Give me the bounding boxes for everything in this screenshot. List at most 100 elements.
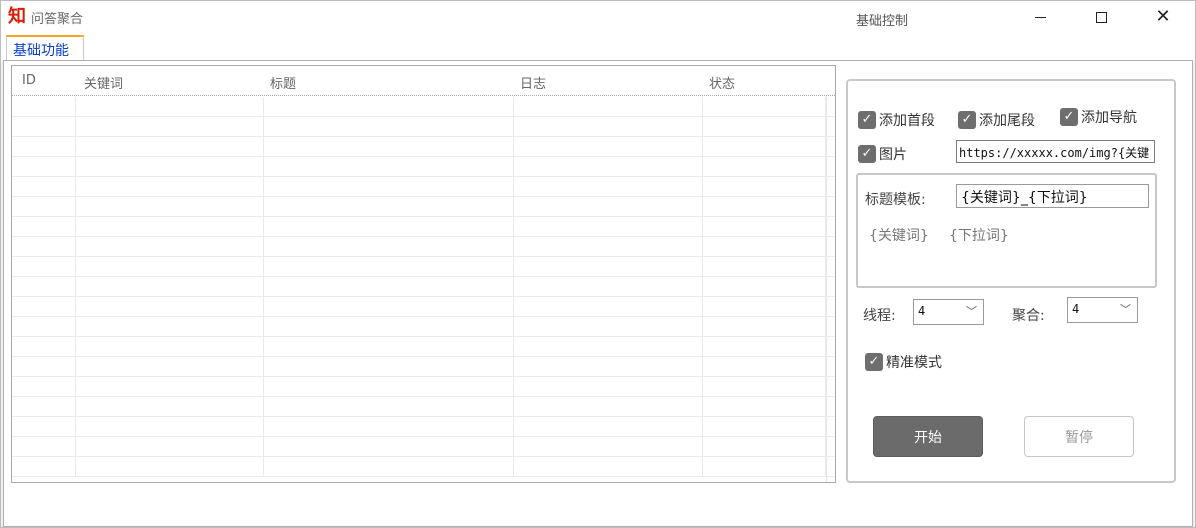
table-row[interactable] — [12, 237, 835, 257]
table-cell — [514, 417, 703, 437]
table-cell — [76, 257, 264, 277]
table-row[interactable] — [12, 137, 835, 157]
table-cell — [12, 457, 76, 477]
table-row[interactable] — [12, 417, 835, 437]
checkmark-icon: ✓ — [858, 111, 876, 129]
table-cell — [514, 457, 703, 477]
table-row[interactable] — [12, 297, 835, 317]
table-cell — [264, 137, 514, 157]
table-cell — [514, 177, 703, 197]
checkmark-icon: ✓ — [958, 111, 976, 129]
table-cell — [703, 237, 826, 257]
column-header-keyword[interactable]: 关键词 — [84, 73, 123, 92]
table-row[interactable] — [12, 437, 835, 457]
table-cell — [514, 237, 703, 257]
group-title: 基础控制 — [853, 10, 912, 29]
table-cell — [76, 417, 264, 437]
table-cell — [12, 137, 76, 157]
table-row[interactable] — [12, 317, 835, 337]
table-cell — [514, 317, 703, 337]
table-cell — [12, 397, 76, 417]
title-template-input[interactable]: {关键词}_{下拉词} — [956, 184, 1149, 208]
table-cell — [76, 197, 264, 217]
maximize-button[interactable] — [1078, 1, 1124, 33]
table-row[interactable] — [12, 197, 835, 217]
keyword-tag[interactable]: {关键词} — [869, 225, 929, 245]
table-cell — [514, 117, 703, 137]
table-cell — [264, 237, 514, 257]
threads-value: 4 — [918, 304, 926, 318]
close-button[interactable]: ✕ — [1140, 1, 1186, 33]
table-cell — [514, 277, 703, 297]
start-button[interactable]: 开始 — [873, 416, 983, 457]
checkmark-icon: ✓ — [865, 353, 883, 371]
table-cell — [703, 297, 826, 317]
minimize-button[interactable] — [1017, 1, 1063, 33]
aggregate-value: 4 — [1072, 302, 1080, 316]
table-cell — [12, 197, 76, 217]
table-row[interactable] — [12, 397, 835, 417]
table-cell — [264, 97, 514, 117]
table-row[interactable] — [12, 257, 835, 277]
table-cell — [514, 357, 703, 377]
column-header-status[interactable]: 状态 — [709, 73, 735, 92]
table-row[interactable] — [12, 157, 835, 177]
table-cell — [76, 157, 264, 177]
image-url-input[interactable]: https://xxxxx.com/img?{关键 — [956, 140, 1155, 163]
table-cell — [12, 257, 76, 277]
table-cell — [703, 317, 826, 337]
table-cell — [264, 277, 514, 297]
table-cell — [703, 377, 826, 397]
table-cell — [76, 237, 264, 257]
add-nav-checkbox[interactable]: ✓ 添加导航 — [1060, 107, 1137, 127]
image-label: 图片 — [879, 147, 907, 163]
table-cell — [76, 297, 264, 317]
table-cell — [76, 377, 264, 397]
threads-select[interactable]: 4 ﹀ — [913, 299, 984, 325]
table-row[interactable] — [12, 357, 835, 377]
table-cell — [12, 177, 76, 197]
dropdown-word-tag[interactable]: {下拉词} — [949, 225, 1009, 245]
tab-basic-functions[interactable]: 基础功能 — [6, 35, 84, 62]
threads-label: 线程: — [863, 308, 896, 324]
table-row[interactable] — [12, 117, 835, 137]
table-cell — [703, 257, 826, 277]
table-cell — [264, 337, 514, 357]
table-cell — [514, 97, 703, 117]
table-cell — [514, 217, 703, 237]
table-cell — [12, 417, 76, 437]
table-row[interactable] — [12, 337, 835, 357]
table-row[interactable] — [12, 457, 835, 477]
table-row[interactable] — [12, 377, 835, 397]
table-cell — [76, 337, 264, 357]
pause-button[interactable]: 暂停 — [1024, 416, 1134, 457]
column-header-title[interactable]: 标题 — [270, 73, 296, 92]
table-cell — [76, 97, 264, 117]
precise-mode-label: 精准模式 — [886, 355, 942, 371]
add-tail-label: 添加尾段 — [979, 113, 1035, 129]
add-tail-checkbox[interactable]: ✓ 添加尾段 — [958, 110, 1035, 130]
results-grid[interactable]: ID 关键词 标题 日志 状态 — [11, 65, 836, 483]
column-header-log[interactable]: 日志 — [520, 73, 546, 92]
title-bar: 知 问答聚合 ✕ — [1, 1, 1195, 33]
aggregate-select[interactable]: 4 ﹀ — [1067, 297, 1138, 323]
table-cell — [703, 137, 826, 157]
precise-mode-checkbox[interactable]: ✓ 精准模式 — [865, 352, 942, 372]
column-header-id[interactable]: ID — [22, 73, 36, 88]
table-cell — [76, 137, 264, 157]
add-head-checkbox[interactable]: ✓ 添加首段 — [858, 110, 935, 130]
app-logo-icon: 知 — [8, 6, 26, 27]
table-row[interactable] — [12, 277, 835, 297]
checkmark-icon: ✓ — [858, 145, 876, 163]
table-row[interactable] — [12, 217, 835, 237]
image-checkbox[interactable]: ✓ 图片 — [858, 144, 907, 164]
table-row[interactable] — [12, 97, 835, 117]
table-cell — [703, 197, 826, 217]
window-title: 问答聚合 — [31, 12, 84, 27]
table-cell — [264, 157, 514, 177]
grid-scroll-track[interactable] — [826, 96, 827, 482]
table-cell — [264, 457, 514, 477]
table-cell — [703, 157, 826, 177]
table-row[interactable] — [12, 177, 835, 197]
table-cell — [514, 257, 703, 277]
